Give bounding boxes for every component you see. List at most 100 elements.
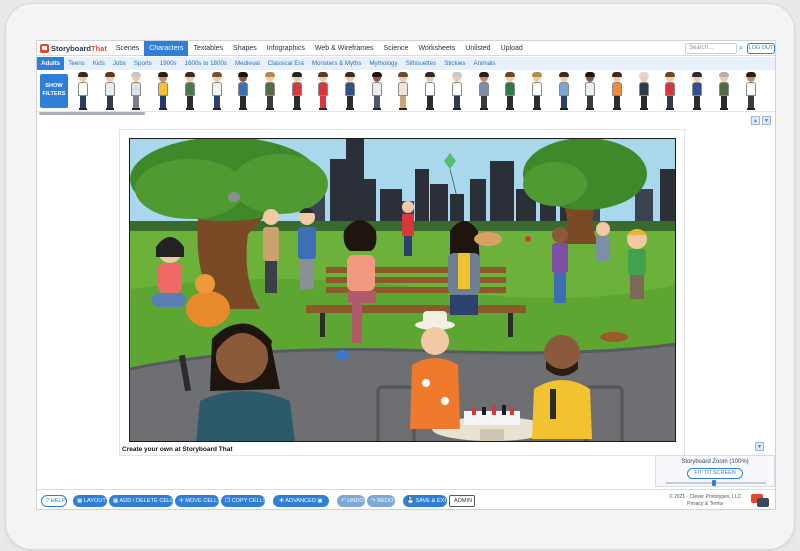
- character-thumbnail[interactable]: [584, 72, 596, 111]
- category-tab[interactable]: Adults: [37, 57, 65, 70]
- character-thumbnail[interactable]: [478, 72, 490, 111]
- scroll-arrows: ▲ ▼: [751, 116, 771, 125]
- filters-label-1: SHOW: [45, 83, 63, 89]
- top-nav-item[interactable]: Science: [379, 41, 414, 56]
- character-thumbnail[interactable]: [504, 72, 516, 111]
- category-tab[interactable]: Kids: [89, 57, 109, 70]
- character-thumbnail[interactable]: [638, 72, 650, 111]
- character-thumbnail[interactable]: [664, 72, 676, 111]
- copy-label: COPY CELLS: [231, 498, 267, 504]
- character-thumbnail[interactable]: [558, 72, 570, 111]
- character-thumbnail[interactable]: [130, 72, 142, 111]
- chat-icon[interactable]: [751, 494, 769, 508]
- top-nav-item[interactable]: Textables: [188, 41, 228, 56]
- top-nav-item[interactable]: Shapes: [228, 41, 262, 56]
- app-screen: StoryboardThat Scenes Characters Textables…: [36, 40, 776, 510]
- move-cells-button[interactable]: ✢ MOVE CELLS: [175, 495, 222, 507]
- character-thumbnail[interactable]: [451, 72, 463, 111]
- bottom-toolbar: ? HELP ▦ LAYOUT ▦ ADD / DELETE CELLS ✢ M…: [37, 489, 775, 509]
- character-thumbnail[interactable]: [371, 72, 383, 111]
- category-tab[interactable]: Mythology: [365, 57, 401, 70]
- top-nav-item[interactable]: Characters: [144, 41, 189, 56]
- redo-button[interactable]: ↷ REDO: [367, 495, 395, 507]
- advanced-label: ADVANCED: [285, 498, 316, 504]
- scroll-up-icon[interactable]: ▲: [751, 116, 760, 125]
- character-thumbnail[interactable]: [344, 72, 356, 111]
- admin-button[interactable]: ADMIN: [449, 495, 475, 507]
- category-tab[interactable]: Sports: [130, 57, 156, 70]
- zoom-slider-handle[interactable]: [712, 480, 716, 486]
- privacy-link[interactable]: Privacy & Terms: [669, 501, 741, 508]
- scroll-down-icon[interactable]: ▼: [762, 116, 771, 125]
- character-thumbnail[interactable]: [184, 72, 196, 111]
- character-thumbnail[interactable]: [317, 72, 329, 111]
- top-nav-item[interactable]: Unlisted: [460, 41, 495, 56]
- category-tab[interactable]: Silhouettes: [402, 57, 441, 70]
- zoom-slider[interactable]: [666, 482, 766, 484]
- canvas-caption: Create your own at Storyboard That: [122, 446, 233, 453]
- zoom-title: Storyboard Zoom (100%): [681, 459, 749, 465]
- character-thumbnail[interactable]: [291, 72, 303, 111]
- show-filters-button[interactable]: SHOW FILTERS: [40, 74, 68, 108]
- storyboard-cell[interactable]: Create your own at Storyboard That: [119, 129, 685, 456]
- category-tab[interactable]: Classical Era: [264, 57, 308, 70]
- character-category-tabs: Adults Teens Kids Jobs Sports 1900s 1600s to 1…: [37, 57, 775, 70]
- category-tab[interactable]: Jobs: [109, 57, 130, 70]
- fit-to-screen-button[interactable]: FIT TO SCREEN: [687, 468, 743, 479]
- save-label: SAVE & EXIT: [415, 498, 450, 504]
- logout-button[interactable]: LOG OUT: [747, 43, 775, 54]
- category-tab[interactable]: Medieval: [231, 57, 264, 70]
- character-thumbnail[interactable]: [397, 72, 409, 111]
- add-delete-label: ADD / DELETE CELLS: [119, 498, 178, 504]
- advanced-extra-icon: ▣: [315, 498, 323, 504]
- search-input[interactable]: Search...: [685, 43, 737, 54]
- category-tab[interactable]: 1600s to 1800s: [181, 57, 231, 70]
- character-thumbnail[interactable]: [237, 72, 249, 111]
- copy-icon: ❐: [225, 498, 232, 504]
- park-scene[interactable]: [129, 138, 676, 442]
- zoom-panel: Storyboard Zoom (100%) FIT TO SCREEN: [655, 455, 775, 487]
- undo-label: UNDO: [347, 498, 364, 504]
- logo-text: StoryboardThat: [51, 43, 107, 53]
- scroll-down-icon-2[interactable]: ▼: [755, 442, 764, 451]
- character-thumbnail[interactable]: [611, 72, 623, 111]
- top-nav-item[interactable]: Infographics: [262, 41, 310, 56]
- character-thumbnail[interactable]: [77, 72, 89, 111]
- category-tab[interactable]: 1900s: [156, 57, 181, 70]
- copy-cells-button[interactable]: ❐ COPY CELLS: [221, 495, 267, 507]
- redo-label: REDO: [377, 498, 394, 504]
- copyright: © 2021 · Clever Prototypes, LLC Privacy …: [669, 494, 741, 508]
- category-tab[interactable]: Stickies: [440, 57, 469, 70]
- move-label: MOVE CELLS: [185, 498, 222, 504]
- undo-button[interactable]: ↶ UNDO: [337, 495, 365, 507]
- top-nav-item[interactable]: Upload: [496, 41, 528, 56]
- character-thumbnail[interactable]: [745, 72, 757, 111]
- top-nav-item[interactable]: Worksheets: [413, 41, 460, 56]
- top-navigation: StoryboardThat Scenes Characters Textables…: [37, 41, 775, 56]
- category-tab[interactable]: Teens: [64, 57, 89, 70]
- add-delete-cells-button[interactable]: ▦ ADD / DELETE CELLS: [109, 495, 177, 507]
- logo[interactable]: StoryboardThat: [37, 41, 111, 56]
- character-thumbnail[interactable]: [424, 72, 436, 111]
- filters-label-2: FILTERS: [42, 91, 66, 97]
- character-thumbnail[interactable]: [691, 72, 703, 111]
- strip-scrollbar[interactable]: [39, 112, 145, 115]
- category-tab[interactable]: Monsters & Myths: [308, 57, 366, 70]
- help-button[interactable]: ? HELP: [41, 495, 67, 507]
- character-thumbnail[interactable]: [264, 72, 276, 111]
- top-nav-item[interactable]: Scenes: [111, 41, 144, 56]
- top-nav-items: Scenes Characters Textables Shapes Infograph…: [111, 41, 528, 56]
- park-illustration: [130, 139, 675, 441]
- character-thumbnail[interactable]: [104, 72, 116, 111]
- save-exit-button[interactable]: 💾 SAVE & EXIT: [403, 495, 450, 507]
- category-tab[interactable]: Animals: [470, 57, 500, 70]
- character-thumbnail[interactable]: [531, 72, 543, 111]
- top-nav-item[interactable]: Web & Wireframes: [310, 41, 379, 56]
- character-thumbnail[interactable]: [211, 72, 223, 111]
- character-thumbnail[interactable]: [718, 72, 730, 111]
- advanced-button[interactable]: ✚ ADVANCED ▣: [273, 495, 329, 507]
- character-thumbnail[interactable]: [157, 72, 169, 111]
- search-icon[interactable]: ⌕: [739, 43, 743, 53]
- layout-label: LAYOUT: [83, 498, 106, 504]
- layout-button[interactable]: ▦ LAYOUT: [73, 495, 107, 507]
